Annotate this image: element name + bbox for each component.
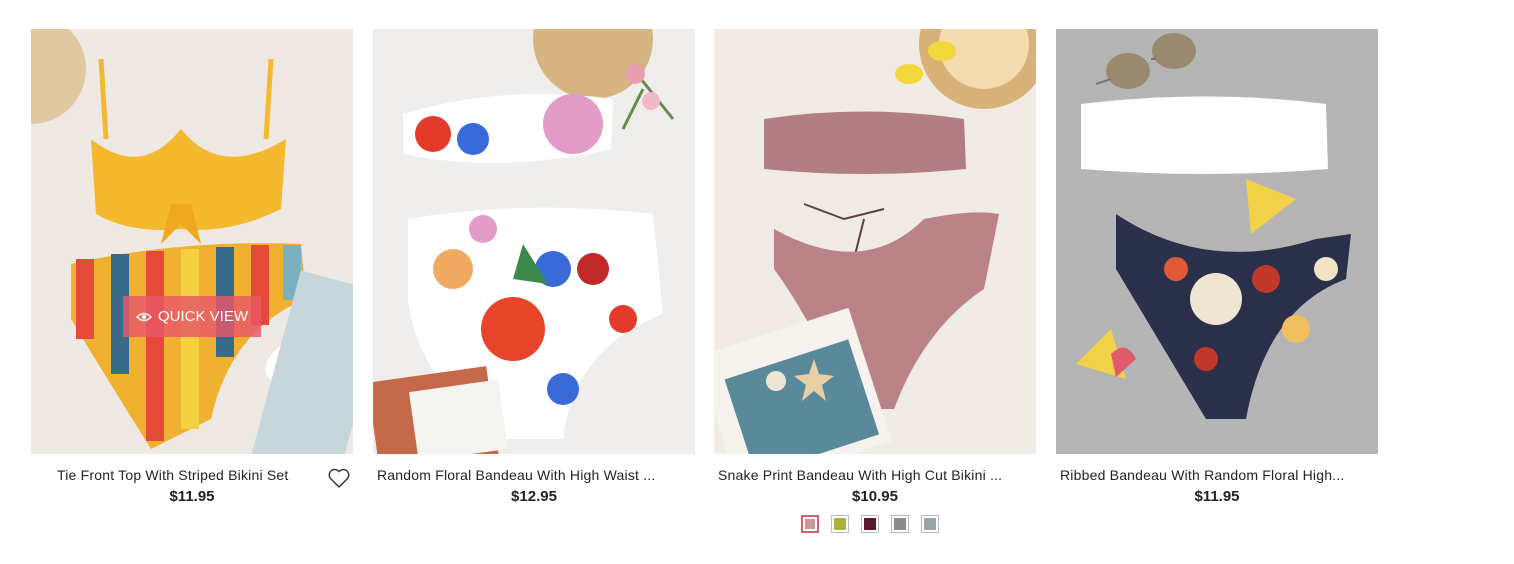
heart-icon[interactable] xyxy=(327,466,351,490)
color-swatch[interactable] xyxy=(861,515,879,533)
product-photo-snake-bandeau xyxy=(714,29,1036,454)
product-image[interactable]: QUICK VIEW xyxy=(31,29,353,454)
color-swatch[interactable] xyxy=(831,515,849,533)
color-swatch[interactable] xyxy=(801,515,819,533)
color-swatch[interactable] xyxy=(891,515,909,533)
product-price: $10.95 xyxy=(852,488,898,505)
product-price: $12.95 xyxy=(511,488,557,505)
product-image[interactable] xyxy=(714,29,1036,454)
product-photo-ribbed-bandeau xyxy=(1056,29,1378,454)
color-swatch[interactable] xyxy=(921,515,939,533)
product-title[interactable]: Tie Front Top With Striped Bikini Set xyxy=(31,466,353,484)
product-card[interactable]: QUICK VIEW Tie Front Top With Striped Bi… xyxy=(31,29,353,505)
color-swatches xyxy=(801,515,939,533)
product-photo-striped-bikini xyxy=(31,29,353,454)
quick-view-label: QUICK VIEW xyxy=(157,308,248,325)
eye-icon xyxy=(135,312,152,321)
product-photo-floral-bandeau xyxy=(373,29,695,454)
product-image[interactable] xyxy=(1056,29,1378,454)
product-image[interactable] xyxy=(373,29,695,454)
product-price: $11.95 xyxy=(1194,488,1240,505)
product-price: $11.95 xyxy=(169,488,215,505)
product-title[interactable]: Snake Print Bandeau With High Cut Bikini… xyxy=(714,466,1036,484)
product-card[interactable]: Ribbed Bandeau With Random Floral High..… xyxy=(1056,29,1378,505)
product-title[interactable]: Ribbed Bandeau With Random Floral High..… xyxy=(1056,466,1378,484)
product-card[interactable]: Random Floral Bandeau With High Waist ..… xyxy=(373,29,695,505)
quick-view-button[interactable]: QUICK VIEW xyxy=(123,296,261,337)
product-title[interactable]: Random Floral Bandeau With High Waist ..… xyxy=(373,466,695,484)
product-card[interactable]: Snake Print Bandeau With High Cut Bikini… xyxy=(714,29,1036,533)
